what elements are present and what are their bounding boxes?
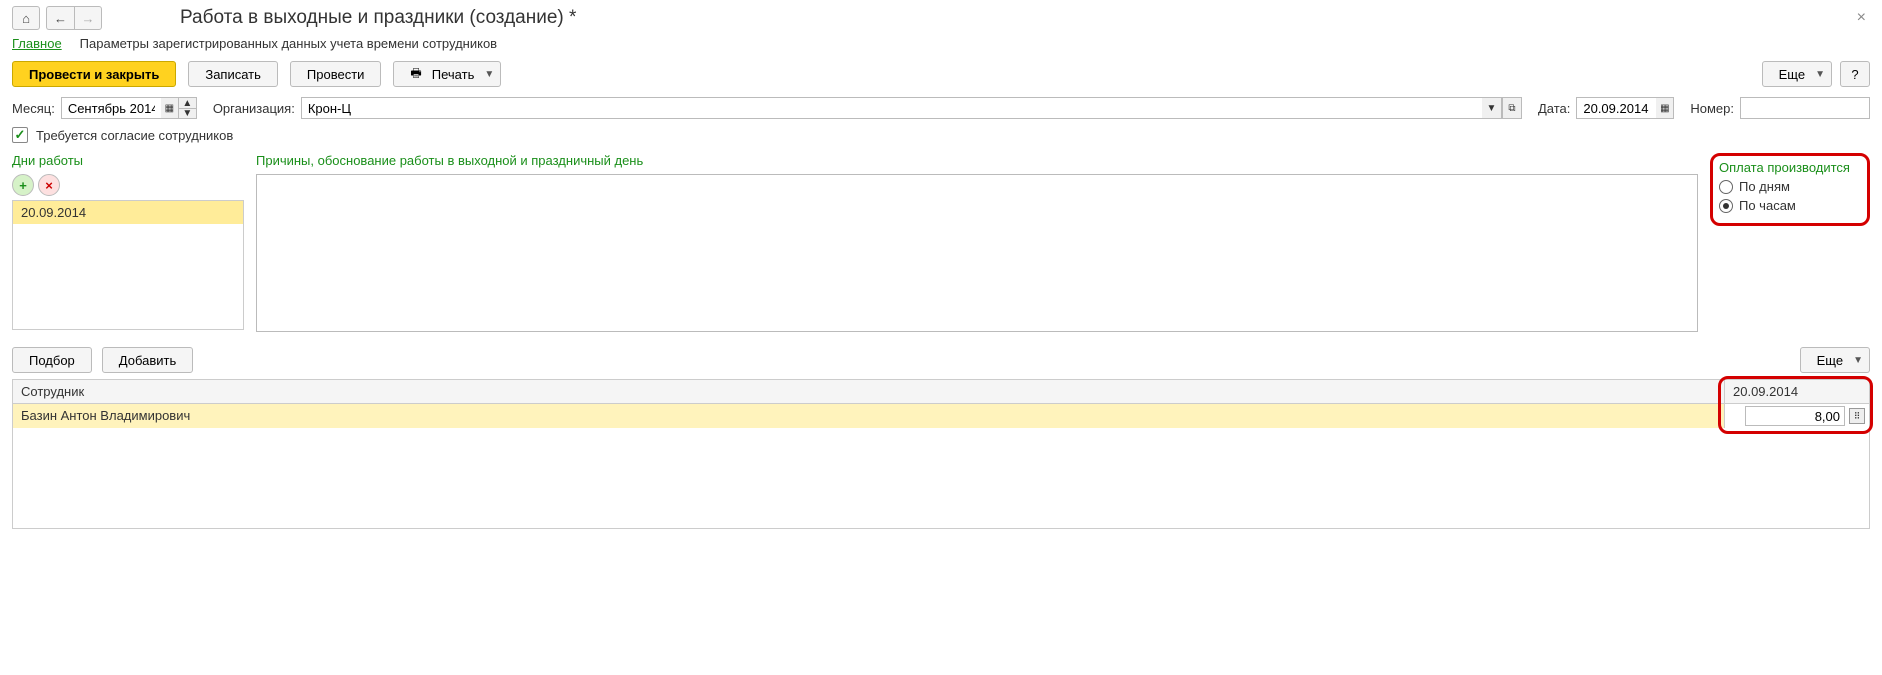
- payment-label: Оплата производится: [1719, 160, 1861, 175]
- date-calendar-icon[interactable]: ▦: [1656, 97, 1674, 119]
- add-button[interactable]: Добавить: [102, 347, 193, 373]
- month-down[interactable]: ▼: [179, 108, 197, 119]
- col-date[interactable]: 20.09.2014: [1724, 380, 1869, 403]
- back-button[interactable]: ←: [46, 6, 74, 30]
- by-hours-label: По часам: [1739, 198, 1796, 213]
- month-up[interactable]: ▲: [179, 97, 197, 108]
- select-button[interactable]: Подбор: [12, 347, 92, 373]
- tab-main[interactable]: Главное: [12, 36, 62, 51]
- chevron-down-icon: ▼: [1853, 355, 1863, 366]
- org-input[interactable]: [301, 97, 1482, 119]
- number-label: Номер:: [1690, 101, 1734, 116]
- calculator-icon[interactable]: ⠿: [1849, 408, 1865, 424]
- radio-by-days[interactable]: По дням: [1719, 179, 1861, 194]
- org-dropdown[interactable]: ▼: [1482, 97, 1502, 119]
- org-open[interactable]: ⧉: [1502, 97, 1522, 119]
- consent-checkbox[interactable]: ✓: [12, 127, 28, 143]
- page-title: Работа в выходные и праздники (создание)…: [180, 7, 576, 29]
- days-list[interactable]: 20.09.2014: [12, 200, 244, 330]
- reason-textarea[interactable]: [256, 174, 1698, 332]
- day-item[interactable]: 20.09.2014: [13, 201, 243, 225]
- forward-button: →: [74, 6, 102, 30]
- close-icon[interactable]: ×: [1857, 9, 1870, 27]
- more-button[interactable]: Еще ▼: [1762, 61, 1832, 87]
- calendar-icon[interactable]: ▦: [161, 97, 179, 119]
- radio-icon: [1719, 199, 1733, 213]
- post-button[interactable]: Провести: [290, 61, 382, 87]
- print-button[interactable]: 🖶 Печать ▼: [393, 61, 501, 87]
- date-label: Дата:: [1538, 101, 1570, 116]
- more-label: Еще: [1817, 353, 1843, 368]
- table-more-button[interactable]: Еще ▼: [1800, 347, 1870, 373]
- chevron-down-icon: ▼: [484, 69, 494, 80]
- add-day-button[interactable]: +: [12, 174, 34, 196]
- date-input[interactable]: [1576, 97, 1656, 119]
- print-label: Печать: [432, 67, 475, 82]
- post-and-close-button[interactable]: Провести и закрыть: [12, 61, 176, 87]
- employees-table: Сотрудник 20.09.2014 Базин Антон Владими…: [12, 379, 1870, 529]
- by-days-label: По дням: [1739, 179, 1790, 194]
- chevron-down-icon: ▼: [1815, 69, 1825, 80]
- hours-input[interactable]: [1745, 406, 1845, 426]
- employee-cell[interactable]: Базин Антон Владимирович: [13, 404, 1724, 428]
- delete-day-button[interactable]: ×: [38, 174, 60, 196]
- tab-params[interactable]: Параметры зарегистрированных данных учет…: [80, 36, 497, 51]
- printer-icon: 🖶: [410, 64, 421, 85]
- reason-label: Причины, обоснование работы в выходной и…: [256, 153, 1698, 168]
- month-input[interactable]: [61, 97, 161, 119]
- org-label: Организация:: [213, 101, 295, 116]
- month-label: Месяц:: [12, 101, 55, 116]
- radio-by-hours[interactable]: По часам: [1719, 198, 1861, 213]
- help-button[interactable]: ?: [1840, 61, 1870, 87]
- more-label: Еще: [1779, 67, 1805, 82]
- home-button[interactable]: ⌂: [12, 6, 40, 30]
- col-employee[interactable]: Сотрудник: [13, 380, 1724, 403]
- days-label: Дни работы: [12, 153, 244, 168]
- table-row[interactable]: Базин Антон Владимирович ⠿: [13, 404, 1869, 428]
- radio-icon: [1719, 180, 1733, 194]
- consent-label: Требуется согласие сотрудников: [36, 128, 233, 143]
- save-button[interactable]: Записать: [188, 61, 278, 87]
- payment-highlight: Оплата производится По дням По часам: [1710, 153, 1870, 226]
- number-input[interactable]: [1740, 97, 1870, 119]
- hours-cell[interactable]: ⠿: [1724, 404, 1869, 428]
